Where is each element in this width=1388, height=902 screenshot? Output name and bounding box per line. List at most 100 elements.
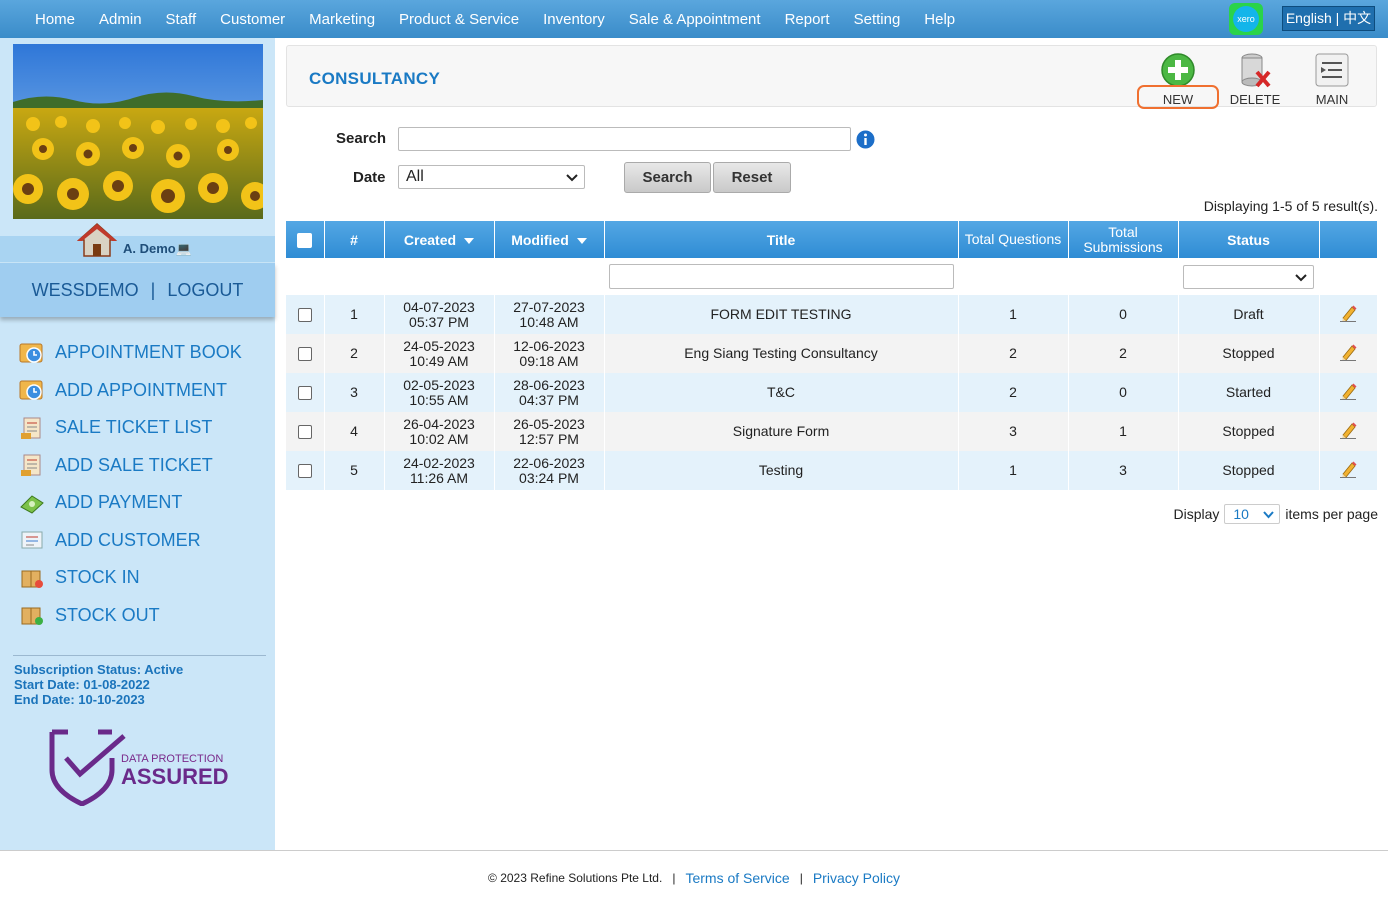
row-modified: 28-06-2023 04:37 PM: [494, 373, 605, 412]
privacy-link[interactable]: Privacy Policy: [813, 870, 900, 886]
row-modified: 27-07-2023 10:48 AM: [494, 295, 605, 334]
row-edit-cell: [1319, 334, 1378, 373]
nav-report[interactable]: Report: [785, 11, 830, 28]
row-total-questions: 2: [958, 334, 1069, 373]
row-edit-cell: [1319, 412, 1378, 451]
quick-link-appointment-book[interactable]: APPOINTMENT BOOK: [18, 334, 242, 372]
info-icon[interactable]: [856, 130, 875, 149]
row-total-submissions: 3: [1068, 451, 1179, 490]
per-page-control: Display 10 items per page: [1173, 504, 1378, 524]
nav-home[interactable]: Home: [35, 11, 75, 28]
row-select-cell: [286, 334, 325, 373]
quick-link-add-appointment[interactable]: ADD APPOINTMENT: [18, 372, 242, 410]
quick-link-stock-out[interactable]: STOCK OUT: [18, 597, 242, 635]
nav-marketing[interactable]: Marketing: [309, 11, 375, 28]
reset-button[interactable]: Reset: [713, 162, 791, 193]
edit-pencil-icon[interactable]: [1339, 304, 1357, 322]
row-checkbox[interactable]: [297, 308, 312, 323]
add-icon: [1161, 53, 1195, 87]
row-checkbox[interactable]: [297, 464, 312, 479]
row-created: 26-04-2023 10:02 AM: [384, 412, 495, 451]
row-total-submissions: 0: [1068, 295, 1179, 334]
nav-product-service[interactable]: Product & Service: [399, 11, 519, 28]
user-info-bar: A. Demo💻: [0, 222, 275, 262]
subscription-info: Subscription Status: Active Start Date: …: [14, 662, 183, 707]
table-row[interactable]: 1 04-07-2023 05:37 PM 27-07-2023 10:48 AM FOR…: [286, 295, 1378, 334]
edit-pencil-icon[interactable]: [1339, 421, 1357, 439]
search-input[interactable]: [398, 127, 851, 151]
row-status: Stopped: [1178, 412, 1320, 451]
header-modified[interactable]: Modified: [494, 221, 605, 258]
row-total-submissions: 1: [1068, 412, 1179, 451]
row-title: FORM EDIT TESTING: [604, 295, 959, 334]
quick-link-stock-in[interactable]: STOCK IN: [18, 559, 242, 597]
header-status[interactable]: Status: [1178, 221, 1320, 258]
quick-link-add-customer[interactable]: ADD CUSTOMER: [18, 522, 242, 560]
nav-help[interactable]: Help: [924, 11, 955, 28]
results-count: Displaying 1-5 of 5 result(s).: [1203, 198, 1378, 214]
delete-database-icon: [1241, 53, 1271, 88]
row-modified: 22-06-2023 03:24 PM: [494, 451, 605, 490]
row-status: Stopped: [1178, 451, 1320, 490]
language-switcher[interactable]: English | 中文: [1282, 6, 1375, 31]
title-filter-input[interactable]: [608, 264, 954, 289]
main-button[interactable]: MAIN: [1300, 52, 1364, 107]
account-name-link[interactable]: WESSDEMO: [32, 280, 139, 301]
edit-pencil-icon[interactable]: [1339, 343, 1357, 361]
edit-pencil-icon[interactable]: [1339, 382, 1357, 400]
add-appointment-icon: [19, 380, 43, 400]
xero-button[interactable]: xero: [1229, 3, 1263, 35]
header-created[interactable]: Created: [384, 221, 495, 258]
add-payment-icon: [20, 495, 44, 514]
xero-logo-icon: xero: [1233, 6, 1259, 32]
nav-sale-appointment[interactable]: Sale & Appointment: [629, 11, 761, 28]
header-total-questions[interactable]: Total Questions: [958, 221, 1069, 258]
footer-separator: |: [672, 870, 676, 885]
quick-link-add-sale-ticket[interactable]: ADD SALE TICKET: [18, 447, 242, 485]
filter-row: [286, 258, 1377, 295]
row-checkbox[interactable]: [297, 425, 312, 440]
delete-button[interactable]: DELETE: [1223, 52, 1287, 107]
edit-pencil-icon[interactable]: [1339, 460, 1357, 478]
per-page-select[interactable]: 10: [1224, 504, 1281, 524]
nav-setting[interactable]: Setting: [854, 11, 901, 28]
header-number[interactable]: #: [324, 221, 385, 258]
row-status: Stopped: [1178, 334, 1320, 373]
copyright: © 2023 Refine Solutions Pte Ltd.: [488, 870, 663, 885]
new-button[interactable]: NEW: [1137, 52, 1219, 109]
main-menu: Home Admin Staff Customer Marketing Prod…: [23, 0, 967, 38]
table-row[interactable]: 2 24-05-2023 10:49 AM 12-06-2023 09:18 AM Eng…: [286, 334, 1378, 373]
table-body: 1 04-07-2023 05:37 PM 27-07-2023 10:48 AM FOR…: [286, 295, 1378, 490]
nav-staff[interactable]: Staff: [166, 11, 197, 28]
data-protection-badge: DATA PROTECTION ASSURED: [49, 729, 229, 806]
row-number: 2: [324, 334, 385, 373]
quick-link-sale-ticket-list[interactable]: SALE TICKET LIST: [18, 409, 242, 447]
date-select[interactable]: All: [398, 165, 585, 189]
header-title[interactable]: Title: [604, 221, 959, 258]
status-filter-select[interactable]: [1183, 264, 1314, 289]
nav-admin[interactable]: Admin: [99, 11, 142, 28]
nav-customer[interactable]: Customer: [220, 11, 285, 28]
row-created: 24-02-2023 11:26 AM: [384, 451, 495, 490]
appointment-book-icon: [19, 343, 43, 363]
quick-link-add-payment[interactable]: ADD PAYMENT: [18, 484, 242, 522]
row-checkbox[interactable]: [297, 347, 312, 362]
select-all-checkbox[interactable]: [297, 232, 313, 248]
row-checkbox[interactable]: [297, 386, 312, 401]
footer: © 2023 Refine Solutions Pte Ltd. | Terms…: [0, 850, 1388, 902]
home-icon[interactable]: [77, 222, 117, 258]
account-bar: WESSDEMO | LOGOUT: [0, 263, 275, 317]
footer-separator: |: [799, 870, 803, 885]
row-modified: 12-06-2023 09:18 AM: [494, 334, 605, 373]
table-row[interactable]: 3 02-05-2023 10:55 AM 28-06-2023 04:37 PM T&C…: [286, 373, 1378, 412]
table-row[interactable]: 4 26-04-2023 10:02 AM 26-05-2023 12:57 PM Sig…: [286, 412, 1378, 451]
nav-inventory[interactable]: Inventory: [543, 11, 605, 28]
add-customer-icon: [21, 531, 43, 549]
header-total-submissions[interactable]: Total Submissions: [1068, 221, 1179, 258]
logout-link[interactable]: LOGOUT: [167, 280, 243, 301]
table-row[interactable]: 5 24-02-2023 11:26 AM 22-06-2023 03:24 PM Tes…: [286, 451, 1378, 490]
search-button[interactable]: Search: [624, 162, 711, 193]
row-total-submissions: 2: [1068, 334, 1179, 373]
terms-link[interactable]: Terms of Service: [685, 870, 789, 886]
quick-links: APPOINTMENT BOOK ADD APPOINTMENT SALE TI…: [18, 334, 242, 634]
